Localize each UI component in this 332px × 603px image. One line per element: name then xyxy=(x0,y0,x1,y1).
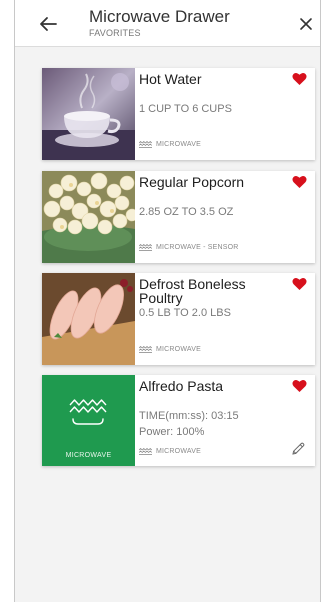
favorite-heart-icon[interactable] xyxy=(292,72,307,86)
cook-mode-label: MICROWAVE xyxy=(156,141,201,148)
page-title: Microwave Drawer xyxy=(89,7,230,26)
recipe-card-hot-water[interactable]: Hot Water 1 CUP TO 6 CUPS MICROWAVE xyxy=(42,68,315,160)
top-bar: Microwave Drawer FAVORITES xyxy=(15,0,320,47)
cook-mode-label: MICROWAVE xyxy=(156,448,201,455)
recipe-name: Regular Popcorn xyxy=(139,174,245,190)
microwave-waves-icon xyxy=(139,346,152,353)
cook-mode-label: MICROWAVE xyxy=(156,346,201,353)
cook-mode-label: MICROWAVE - SENSOR xyxy=(156,244,239,251)
back-arrow-icon[interactable] xyxy=(37,13,59,35)
microwave-waves-icon xyxy=(139,244,152,251)
cook-mode: MICROWAVE xyxy=(139,448,201,455)
close-icon[interactable] xyxy=(296,13,316,35)
page-subtitle: FAVORITES xyxy=(89,28,141,38)
favorite-heart-icon[interactable] xyxy=(292,175,307,189)
recipe-time: TIME(mm:ss): 03:15 xyxy=(139,410,239,422)
favorite-heart-icon[interactable] xyxy=(292,379,307,393)
recipe-detail: 2.85 OZ TO 3.5 OZ xyxy=(139,206,234,218)
cook-mode: MICROWAVE - SENSOR xyxy=(139,244,239,251)
recipe-card-alfredo-pasta[interactable]: MICROWAVE Alfredo Pasta TIME(mm:ss): 03:… xyxy=(42,375,315,466)
recipe-name: Defrost Boneless Poultry xyxy=(139,276,246,306)
app-screen: Microwave Drawer FAVORITES Hot Water 1 C… xyxy=(14,0,321,602)
tile-label: MICROWAVE xyxy=(65,452,112,459)
recipe-card-defrost-poultry[interactable]: Defrost Boneless Poultry 0.5 LB TO 2.0 L… xyxy=(42,273,315,365)
microwave-waves-icon xyxy=(69,399,107,425)
poultry-image xyxy=(42,273,135,365)
favorite-heart-icon[interactable] xyxy=(292,277,307,291)
microwave-waves-icon xyxy=(139,141,152,148)
cook-mode: MICROWAVE xyxy=(139,141,201,148)
recipe-name: Hot Water xyxy=(139,71,202,87)
recipe-detail: 1 CUP TO 6 CUPS xyxy=(139,103,232,115)
cook-mode: MICROWAVE xyxy=(139,346,201,353)
recipe-detail: 0.5 LB TO 2.0 LBS xyxy=(139,307,231,319)
recipe-power: Power: 100% xyxy=(139,426,205,438)
edit-pencil-icon[interactable] xyxy=(290,441,306,457)
microwave-mode-tile: MICROWAVE xyxy=(42,375,135,466)
popcorn-image xyxy=(42,171,135,263)
microwave-waves-icon xyxy=(139,448,152,455)
hot-water-image xyxy=(42,68,135,160)
recipe-name: Alfredo Pasta xyxy=(139,378,224,394)
recipe-card-regular-popcorn[interactable]: Regular Popcorn 2.85 OZ TO 3.5 OZ MICROW… xyxy=(42,171,315,263)
